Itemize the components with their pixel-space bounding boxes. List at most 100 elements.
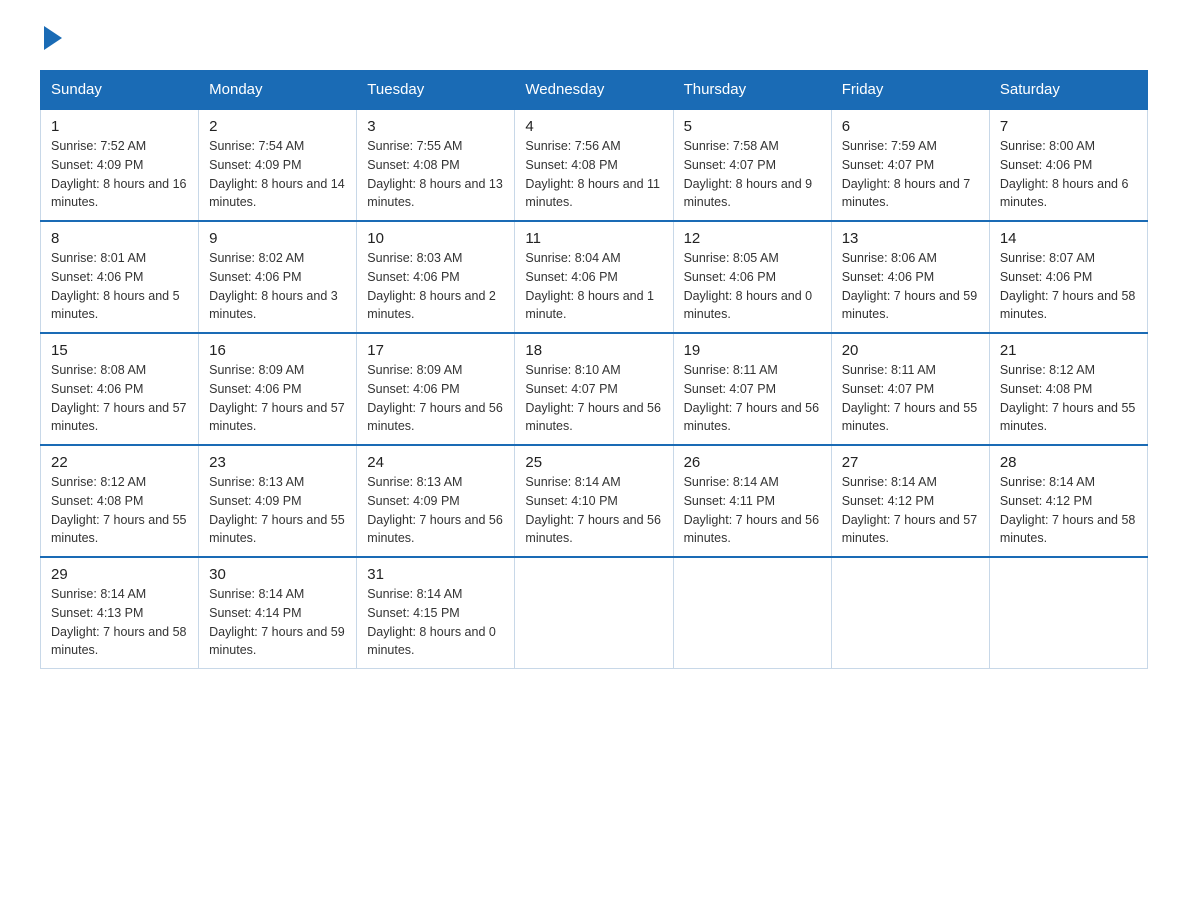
day-info: Sunrise: 8:07 AMSunset: 4:06 PMDaylight:…	[1000, 249, 1137, 324]
day-number: 30	[209, 566, 346, 583]
day-number: 8	[51, 230, 188, 247]
day-info: Sunrise: 8:13 AMSunset: 4:09 PMDaylight:…	[367, 473, 504, 548]
day-info: Sunrise: 7:56 AMSunset: 4:08 PMDaylight:…	[525, 137, 662, 212]
calendar-cell: 9 Sunrise: 8:02 AMSunset: 4:06 PMDayligh…	[199, 221, 357, 333]
calendar-cell: 3 Sunrise: 7:55 AMSunset: 4:08 PMDayligh…	[357, 109, 515, 221]
day-info: Sunrise: 8:14 AMSunset: 4:15 PMDaylight:…	[367, 585, 504, 660]
day-number: 23	[209, 454, 346, 471]
calendar-cell: 27 Sunrise: 8:14 AMSunset: 4:12 PMDaylig…	[831, 445, 989, 557]
col-header-friday: Friday	[831, 71, 989, 110]
day-info: Sunrise: 8:08 AMSunset: 4:06 PMDaylight:…	[51, 361, 188, 436]
day-info: Sunrise: 8:14 AMSunset: 4:14 PMDaylight:…	[209, 585, 346, 660]
week-row: 15 Sunrise: 8:08 AMSunset: 4:06 PMDaylig…	[41, 333, 1148, 445]
col-header-monday: Monday	[199, 71, 357, 110]
calendar-cell: 22 Sunrise: 8:12 AMSunset: 4:08 PMDaylig…	[41, 445, 199, 557]
calendar-cell: 7 Sunrise: 8:00 AMSunset: 4:06 PMDayligh…	[989, 109, 1147, 221]
day-number: 21	[1000, 342, 1137, 359]
day-info: Sunrise: 8:09 AMSunset: 4:06 PMDaylight:…	[209, 361, 346, 436]
day-number: 18	[525, 342, 662, 359]
calendar-cell: 26 Sunrise: 8:14 AMSunset: 4:11 PMDaylig…	[673, 445, 831, 557]
day-number: 4	[525, 118, 662, 135]
day-number: 20	[842, 342, 979, 359]
calendar-cell: 10 Sunrise: 8:03 AMSunset: 4:06 PMDaylig…	[357, 221, 515, 333]
day-info: Sunrise: 8:13 AMSunset: 4:09 PMDaylight:…	[209, 473, 346, 548]
calendar-cell: 5 Sunrise: 7:58 AMSunset: 4:07 PMDayligh…	[673, 109, 831, 221]
day-number: 26	[684, 454, 821, 471]
calendar-cell: 31 Sunrise: 8:14 AMSunset: 4:15 PMDaylig…	[357, 557, 515, 669]
calendar-cell	[989, 557, 1147, 669]
calendar-cell: 30 Sunrise: 8:14 AMSunset: 4:14 PMDaylig…	[199, 557, 357, 669]
day-info: Sunrise: 8:06 AMSunset: 4:06 PMDaylight:…	[842, 249, 979, 324]
day-number: 1	[51, 118, 188, 135]
col-header-wednesday: Wednesday	[515, 71, 673, 110]
calendar-cell: 13 Sunrise: 8:06 AMSunset: 4:06 PMDaylig…	[831, 221, 989, 333]
calendar-cell: 20 Sunrise: 8:11 AMSunset: 4:07 PMDaylig…	[831, 333, 989, 445]
calendar-cell: 23 Sunrise: 8:13 AMSunset: 4:09 PMDaylig…	[199, 445, 357, 557]
day-number: 17	[367, 342, 504, 359]
day-info: Sunrise: 8:12 AMSunset: 4:08 PMDaylight:…	[51, 473, 188, 548]
day-info: Sunrise: 8:02 AMSunset: 4:06 PMDaylight:…	[209, 249, 346, 324]
logo-arrow-icon	[44, 26, 62, 50]
calendar-cell: 21 Sunrise: 8:12 AMSunset: 4:08 PMDaylig…	[989, 333, 1147, 445]
calendar-cell: 11 Sunrise: 8:04 AMSunset: 4:06 PMDaylig…	[515, 221, 673, 333]
calendar-cell: 24 Sunrise: 8:13 AMSunset: 4:09 PMDaylig…	[357, 445, 515, 557]
calendar-cell: 15 Sunrise: 8:08 AMSunset: 4:06 PMDaylig…	[41, 333, 199, 445]
day-info: Sunrise: 7:52 AMSunset: 4:09 PMDaylight:…	[51, 137, 188, 212]
calendar-cell: 12 Sunrise: 8:05 AMSunset: 4:06 PMDaylig…	[673, 221, 831, 333]
day-info: Sunrise: 8:09 AMSunset: 4:06 PMDaylight:…	[367, 361, 504, 436]
day-info: Sunrise: 8:10 AMSunset: 4:07 PMDaylight:…	[525, 361, 662, 436]
day-number: 2	[209, 118, 346, 135]
day-info: Sunrise: 8:14 AMSunset: 4:12 PMDaylight:…	[842, 473, 979, 548]
week-row: 29 Sunrise: 8:14 AMSunset: 4:13 PMDaylig…	[41, 557, 1148, 669]
day-number: 31	[367, 566, 504, 583]
calendar-cell: 16 Sunrise: 8:09 AMSunset: 4:06 PMDaylig…	[199, 333, 357, 445]
day-info: Sunrise: 8:11 AMSunset: 4:07 PMDaylight:…	[684, 361, 821, 436]
day-number: 16	[209, 342, 346, 359]
day-info: Sunrise: 8:04 AMSunset: 4:06 PMDaylight:…	[525, 249, 662, 324]
calendar-cell	[515, 557, 673, 669]
day-info: Sunrise: 8:05 AMSunset: 4:06 PMDaylight:…	[684, 249, 821, 324]
calendar-cell: 4 Sunrise: 7:56 AMSunset: 4:08 PMDayligh…	[515, 109, 673, 221]
week-row: 22 Sunrise: 8:12 AMSunset: 4:08 PMDaylig…	[41, 445, 1148, 557]
day-number: 24	[367, 454, 504, 471]
day-number: 13	[842, 230, 979, 247]
calendar-cell	[673, 557, 831, 669]
day-info: Sunrise: 8:14 AMSunset: 4:11 PMDaylight:…	[684, 473, 821, 548]
calendar-table: SundayMondayTuesdayWednesdayThursdayFrid…	[40, 70, 1148, 669]
week-row: 8 Sunrise: 8:01 AMSunset: 4:06 PMDayligh…	[41, 221, 1148, 333]
day-number: 5	[684, 118, 821, 135]
calendar-cell	[831, 557, 989, 669]
calendar-cell: 14 Sunrise: 8:07 AMSunset: 4:06 PMDaylig…	[989, 221, 1147, 333]
calendar-cell: 25 Sunrise: 8:14 AMSunset: 4:10 PMDaylig…	[515, 445, 673, 557]
day-info: Sunrise: 7:58 AMSunset: 4:07 PMDaylight:…	[684, 137, 821, 212]
logo	[40, 30, 62, 50]
day-info: Sunrise: 8:00 AMSunset: 4:06 PMDaylight:…	[1000, 137, 1137, 212]
day-info: Sunrise: 8:12 AMSunset: 4:08 PMDaylight:…	[1000, 361, 1137, 436]
day-number: 3	[367, 118, 504, 135]
calendar-cell: 1 Sunrise: 7:52 AMSunset: 4:09 PMDayligh…	[41, 109, 199, 221]
day-number: 14	[1000, 230, 1137, 247]
day-number: 29	[51, 566, 188, 583]
day-info: Sunrise: 8:03 AMSunset: 4:06 PMDaylight:…	[367, 249, 504, 324]
calendar-header-row: SundayMondayTuesdayWednesdayThursdayFrid…	[41, 71, 1148, 110]
day-number: 6	[842, 118, 979, 135]
day-info: Sunrise: 7:54 AMSunset: 4:09 PMDaylight:…	[209, 137, 346, 212]
day-number: 7	[1000, 118, 1137, 135]
day-number: 10	[367, 230, 504, 247]
day-number: 15	[51, 342, 188, 359]
day-number: 12	[684, 230, 821, 247]
calendar-cell: 17 Sunrise: 8:09 AMSunset: 4:06 PMDaylig…	[357, 333, 515, 445]
calendar-cell: 19 Sunrise: 8:11 AMSunset: 4:07 PMDaylig…	[673, 333, 831, 445]
day-number: 28	[1000, 454, 1137, 471]
day-info: Sunrise: 8:14 AMSunset: 4:13 PMDaylight:…	[51, 585, 188, 660]
day-info: Sunrise: 7:55 AMSunset: 4:08 PMDaylight:…	[367, 137, 504, 212]
day-number: 11	[525, 230, 662, 247]
day-info: Sunrise: 8:14 AMSunset: 4:10 PMDaylight:…	[525, 473, 662, 548]
day-info: Sunrise: 8:14 AMSunset: 4:12 PMDaylight:…	[1000, 473, 1137, 548]
col-header-sunday: Sunday	[41, 71, 199, 110]
calendar-cell: 6 Sunrise: 7:59 AMSunset: 4:07 PMDayligh…	[831, 109, 989, 221]
day-number: 25	[525, 454, 662, 471]
col-header-thursday: Thursday	[673, 71, 831, 110]
day-number: 19	[684, 342, 821, 359]
day-info: Sunrise: 7:59 AMSunset: 4:07 PMDaylight:…	[842, 137, 979, 212]
